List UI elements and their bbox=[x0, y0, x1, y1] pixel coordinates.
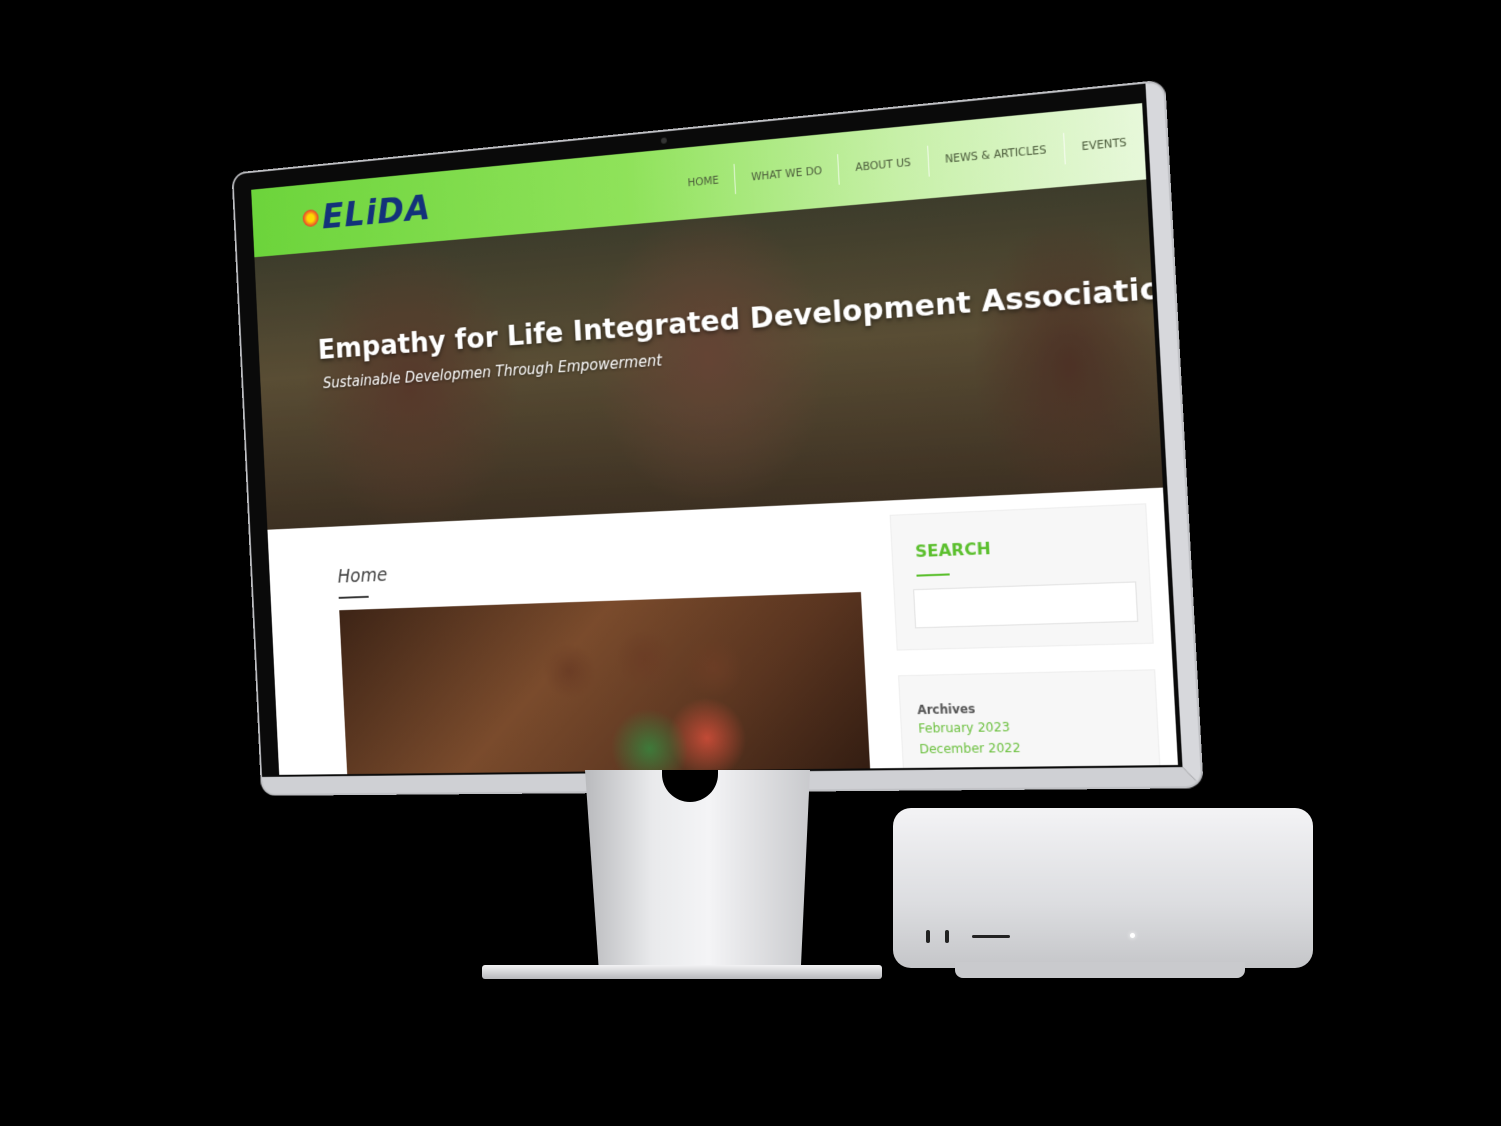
usb-port-icon bbox=[945, 930, 949, 943]
nav-item-about-us[interactable]: ABOUT US bbox=[837, 145, 929, 185]
search-widget-title: SEARCH bbox=[914, 538, 992, 562]
nav-item-what-we-do[interactable]: WHAT WE DO bbox=[733, 154, 839, 195]
nav-item-home[interactable]: HOME bbox=[671, 164, 735, 200]
archives-title: Archives bbox=[916, 701, 976, 718]
desktop-computer bbox=[893, 808, 1313, 968]
logo-flame-icon bbox=[302, 208, 319, 228]
archive-link-dec-2022[interactable]: December 2022 bbox=[919, 741, 1021, 757]
monitor: ELiDA HOME WHAT WE DO ABOUT US NEWS & AR… bbox=[233, 81, 1202, 794]
monitor-stand-base bbox=[482, 965, 882, 979]
power-led-icon bbox=[1130, 933, 1135, 938]
desktop-computer-foot bbox=[955, 962, 1245, 978]
site-logo[interactable]: ELiDA bbox=[302, 187, 432, 238]
page-title: Home bbox=[337, 564, 388, 588]
page-content: Home SEARCH Archives February 2023 Decem… bbox=[267, 487, 1178, 775]
logo-text: ELiDA bbox=[321, 187, 432, 237]
featured-image bbox=[339, 592, 872, 775]
usb-port-icon bbox=[926, 930, 930, 943]
search-input[interactable] bbox=[913, 581, 1139, 629]
page-title-underline bbox=[338, 595, 369, 599]
search-widget: SEARCH bbox=[889, 503, 1154, 651]
archive-link-feb-2023[interactable]: February 2023 bbox=[918, 720, 1010, 736]
search-widget-underline bbox=[916, 573, 950, 577]
nav-item-news-articles[interactable]: NEWS & ARTICLES bbox=[926, 132, 1065, 177]
sd-slot-icon bbox=[972, 935, 1010, 938]
camera-icon bbox=[660, 137, 667, 144]
archives-widget: Archives February 2023 December 2022 bbox=[898, 669, 1167, 775]
screen: ELiDA HOME WHAT WE DO ABOUT US NEWS & AR… bbox=[251, 103, 1178, 775]
nav-item-events[interactable]: EVENTS bbox=[1062, 125, 1146, 165]
